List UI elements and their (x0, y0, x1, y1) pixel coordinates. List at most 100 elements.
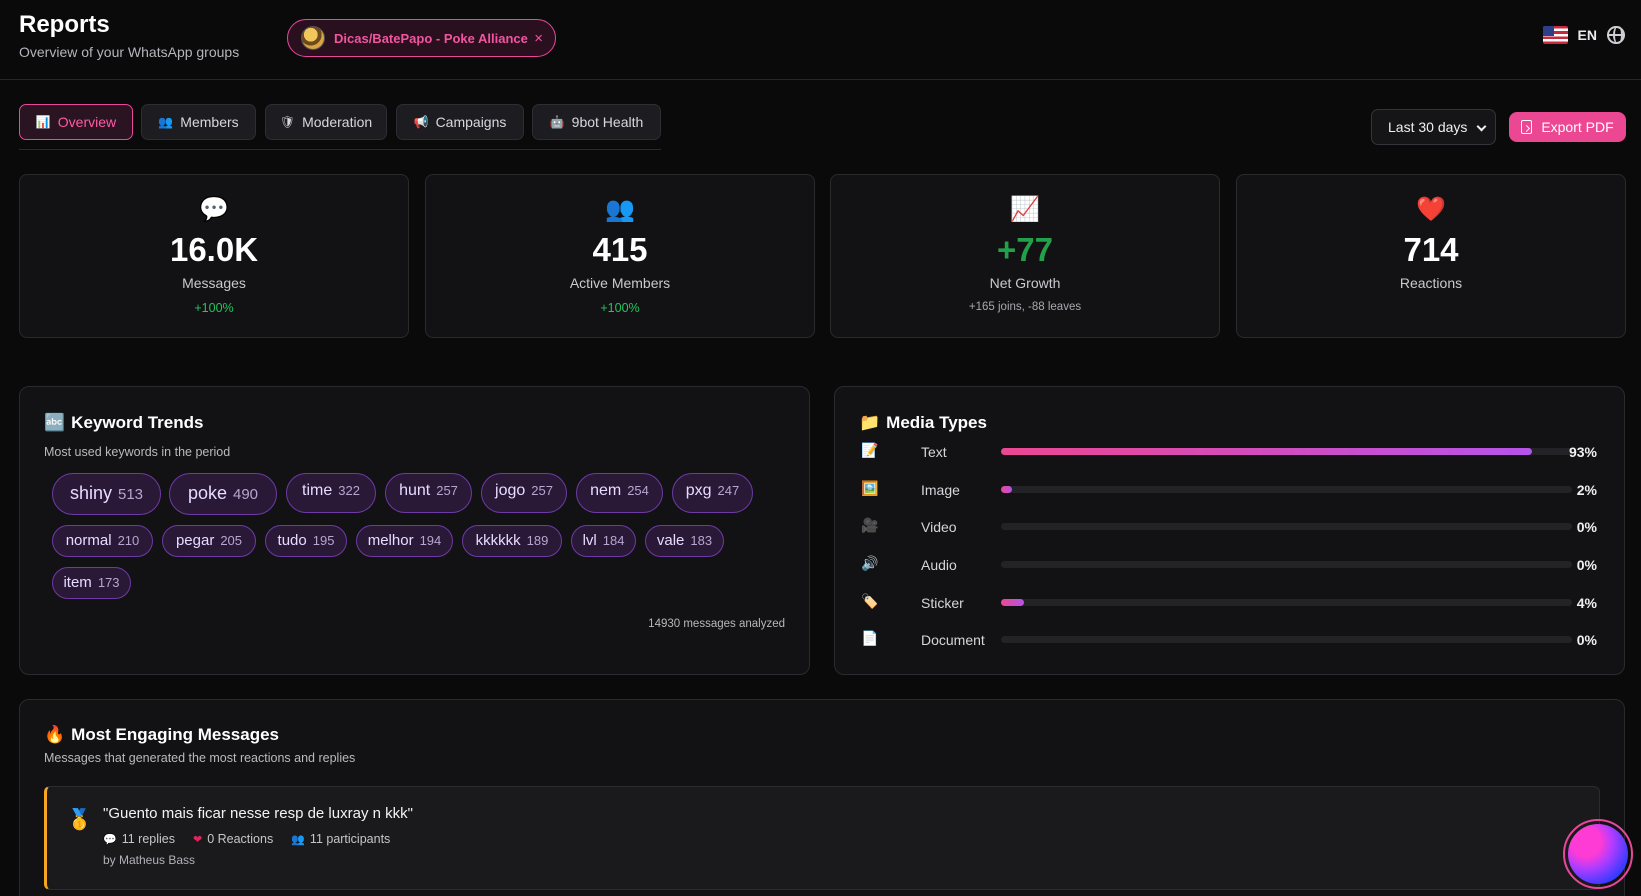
participants-count: 11 participants (309, 832, 391, 846)
stat-label: Messages (182, 275, 246, 291)
progress-fill (1001, 448, 1533, 455)
keyword-chip[interactable]: item 173 (52, 567, 131, 599)
tab-label: Moderation (302, 114, 373, 130)
keyword-chip[interactable]: normal 210 (52, 525, 153, 557)
progress-track (1001, 599, 1572, 606)
media-percent: 93% (1568, 444, 1597, 460)
speech-bubble-icon: 💬 (103, 834, 117, 846)
keyword: poke (187, 483, 227, 503)
message-stats: 💬 11 replies ❤ 0 Reactions 👥 11 participant… (103, 832, 390, 846)
shield-icon: 🛡 (279, 115, 296, 129)
message-text: "Guento mais ficar nesse resp de luxray … (103, 805, 413, 822)
keyword: jogo (495, 482, 526, 499)
media-label: Sticker (921, 595, 964, 611)
stat-change: +100% (600, 301, 640, 315)
keyword-count: 189 (526, 533, 549, 548)
keyword-chip[interactable]: vale 183 (645, 525, 724, 557)
memo-icon: 📝 (861, 442, 879, 458)
keyword: time (302, 482, 333, 499)
keyword: nem (590, 482, 622, 499)
keyword-count: 322 (338, 483, 360, 498)
group-avatar (301, 26, 325, 50)
keyword-count: 184 (602, 533, 625, 548)
progress-track (1001, 486, 1572, 493)
keyword-chip[interactable]: time 322 (286, 473, 376, 513)
heart-icon: ❤ (192, 834, 203, 846)
trend-up-icon: 📈 (1010, 196, 1040, 223)
keyword: pegar (175, 532, 215, 549)
keyword-count: 257 (531, 483, 553, 498)
media-row-audio: 🔊 Audio 0% (861, 555, 1597, 575)
keyword-chip[interactable]: pxg 247 (672, 473, 753, 513)
keyword-chip[interactable]: hunt 257 (385, 473, 472, 513)
selected-group-chip[interactable]: Dicas/BatePapo - Poke Alliance × (287, 19, 556, 57)
picture-icon: 🖼️ (861, 480, 879, 496)
keyword: lvl (582, 532, 597, 549)
tab-overview[interactable]: 📊 Overview (19, 104, 133, 140)
keyword-chip[interactable]: poke 490 (169, 473, 277, 515)
media-percent: 0% (1576, 632, 1597, 648)
keyword-count: 254 (627, 483, 649, 498)
bar-chart-icon: 📊 (35, 115, 51, 129)
keyword-chip[interactable]: lvl 184 (571, 525, 636, 557)
language-code: EN (1577, 27, 1597, 43)
assistant-orb-icon (1568, 824, 1628, 884)
keyword: tudo (277, 532, 307, 549)
stat-value: 714 (1403, 231, 1459, 268)
keyword-count: 183 (690, 533, 713, 548)
stat-card-active-members: 👥 415 Active Members +100% (425, 174, 815, 338)
tab-label: Members (180, 114, 239, 130)
megaphone-icon: 📢 (413, 115, 429, 129)
engaging-message-card[interactable]: 🥇 "Guento mais ficar nesse resp de luxra… (44, 786, 1600, 890)
close-icon[interactable]: × (534, 30, 543, 47)
stat-value: +77 (997, 231, 1053, 268)
keyword-chip[interactable]: nem 254 (576, 473, 663, 513)
replies-count: 11 replies (121, 832, 175, 846)
keyword-chip[interactable]: melhor 194 (356, 525, 453, 557)
keyword: item (63, 574, 92, 591)
language-selector[interactable]: EN (1542, 26, 1625, 44)
stat-value: 16.0K (169, 231, 259, 268)
keyword-count: 195 (312, 533, 335, 548)
chevron-down-icon (1476, 121, 1487, 132)
export-pdf-button[interactable]: Export PDF (1509, 112, 1626, 142)
keyword-count: 205 (220, 533, 243, 548)
date-range-select[interactable]: Last 30 days (1371, 109, 1496, 145)
keyword-count: 194 (419, 533, 442, 548)
date-range-value: Last 30 days (1388, 119, 1468, 135)
panel-description: Most used keywords in the period (44, 445, 231, 459)
assistant-orb-button[interactable] (1563, 819, 1633, 889)
reactions-stat: ❤ 0 Reactions (193, 832, 273, 846)
media-row-sticker: 🏷️ Sticker 4% (861, 593, 1597, 613)
keyword-trends-panel: 🔤 Keyword Trends Most used keywords in t… (19, 386, 810, 675)
progress-fill (1001, 599, 1024, 606)
stat-card-net-growth: 📈 +77 Net Growth +165 joins, -88 leaves (830, 174, 1220, 338)
us-flag-icon (1542, 26, 1568, 44)
pdf-file-icon (1521, 120, 1533, 134)
media-row-document: 📄 Document 0% (861, 630, 1597, 650)
tab-label: Campaigns (435, 114, 507, 130)
stat-card-reactions: ❤️ 714 Reactions (1236, 174, 1626, 338)
keyword: kkkkkk (475, 532, 521, 549)
keyword-count: 513 (118, 486, 144, 503)
abc-icon: 🔤 (44, 413, 66, 432)
progress-track (1001, 523, 1572, 530)
keyword-chip[interactable]: pegar 205 (162, 525, 256, 557)
media-types-title: Media Types (886, 413, 987, 432)
tab-moderation[interactable]: 🛡 Moderation (265, 104, 387, 140)
tab-9bot-health[interactable]: 🤖 9bot Health (532, 104, 661, 140)
tab-members[interactable]: 👥 Members (141, 104, 256, 140)
globe-icon[interactable] (1607, 26, 1625, 44)
keyword-count: 173 (97, 575, 120, 590)
keyword-count: 247 (717, 483, 740, 498)
stat-detail: +165 joins, -88 leaves (968, 301, 1082, 313)
keyword-chip[interactable]: shiny 513 (52, 473, 161, 515)
people-icon: 👥 (158, 115, 174, 129)
video-camera-icon: 🎥 (861, 517, 879, 533)
panel-title: 📁 Media Types (859, 413, 987, 433)
media-row-text: 📝 Text 93% (861, 442, 1597, 462)
keyword-chip[interactable]: tudo 195 (265, 525, 347, 557)
tab-campaigns[interactable]: 📢 Campaigns (396, 104, 524, 140)
keyword-chip[interactable]: jogo 257 (481, 473, 567, 513)
keyword-chip[interactable]: kkkkkk 189 (462, 525, 562, 557)
